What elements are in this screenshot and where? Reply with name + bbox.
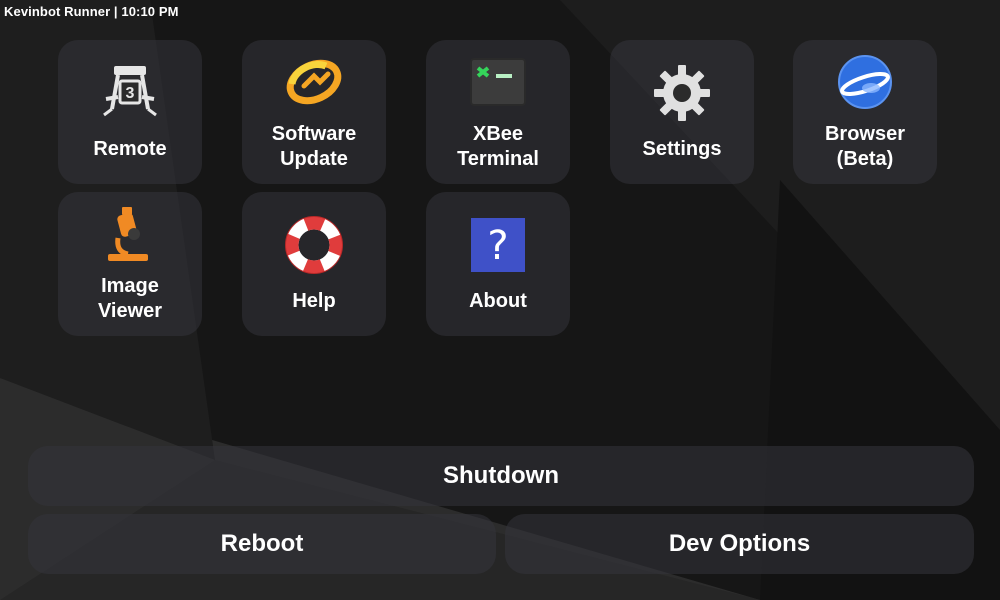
remote-icon: 3 — [100, 63, 160, 123]
reboot-button[interactable]: Reboot — [28, 514, 496, 574]
settings-label: Settings — [642, 137, 722, 160]
svg-text:3: 3 — [126, 85, 135, 102]
terminal-icon — [468, 52, 528, 112]
about-label: About — [469, 289, 527, 312]
remote-label: Remote — [93, 137, 167, 160]
lifebuoy-icon — [284, 215, 344, 275]
help-app-tile[interactable]: Help — [242, 192, 386, 336]
shutdown-button[interactable]: Shutdown — [28, 446, 974, 506]
image-viewer-app-tile[interactable]: Image Viewer — [58, 192, 202, 336]
question-icon: ? — [468, 215, 528, 275]
browser-icon — [835, 52, 895, 112]
settings-app-tile[interactable]: Settings — [610, 40, 754, 184]
help-label: Help — [292, 289, 336, 312]
browser-app-tile[interactable]: Browser (Beta) — [793, 40, 937, 184]
svg-text:?: ? — [487, 223, 508, 269]
about-app-tile[interactable]: ? About — [426, 192, 570, 336]
microscope-icon — [100, 204, 160, 264]
status-bar: Kevinbot Runner | 10:10 PM — [4, 4, 179, 19]
browser-label: Browser (Beta) — [824, 123, 906, 170]
image-viewer-label: Image Viewer — [97, 275, 163, 322]
gear-icon — [652, 63, 712, 123]
software-update-icon — [284, 52, 344, 112]
remote-app-tile[interactable]: 3 Remote — [58, 40, 202, 184]
dev-options-button[interactable]: Dev Options — [505, 514, 974, 574]
software-update-app-tile[interactable]: Software Update — [242, 40, 386, 184]
xbee-terminal-app-tile[interactable]: XBee Terminal — [426, 40, 570, 184]
software-update-label: Software Update — [271, 123, 357, 170]
xbee-terminal-label: XBee Terminal — [457, 123, 539, 170]
